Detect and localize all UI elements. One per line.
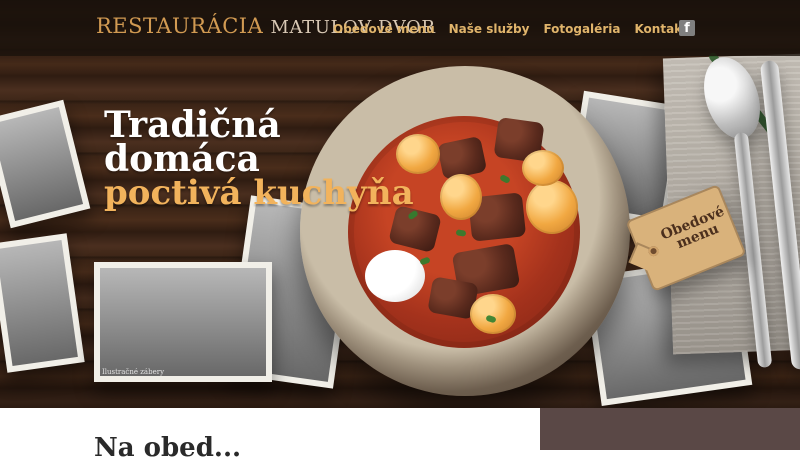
vintage-group-photo-image (100, 268, 266, 376)
vintage-group-photo: Ilustračné zábery (94, 262, 272, 382)
main-navigation: Obedové menu Naše služby Fotogaléria Kon… (333, 22, 688, 36)
hero-section: Ilustračné zábery Obedové menu Tradičná … (0, 0, 800, 408)
logo-main: RESTAURÁCIA (96, 14, 264, 38)
side-panel (540, 408, 800, 450)
section-title: Na obed... (94, 433, 242, 463)
sour-cream (365, 250, 425, 302)
lunch-menu-tag-text: Obedové menu (658, 204, 732, 255)
top-navigation-bar: RESTAURÁCIA MATULOV DVOR Obedové menu Na… (0, 0, 800, 56)
potato (526, 180, 578, 234)
hero-headline-line2: domáca (104, 138, 260, 180)
hero-headline-line3: poctivá kuchyňa (104, 173, 414, 213)
potato (470, 294, 516, 334)
hero-headline: Tradičná domáca poctivá kuchyňa (104, 104, 414, 213)
vintage-photo-image (0, 239, 78, 367)
content-area (0, 408, 540, 450)
hero-headline-line1: Tradičná (104, 104, 281, 146)
nav-link-gallery[interactable]: Fotogaléria (543, 22, 620, 36)
nav-link-services[interactable]: Naše služby (449, 22, 530, 36)
photo-caption: Ilustračné zábery (102, 368, 165, 376)
potato (522, 150, 564, 186)
potato (440, 174, 482, 220)
nav-link-lunch-menu[interactable]: Obedové menu (333, 22, 435, 36)
facebook-icon[interactable]: f (679, 20, 695, 36)
